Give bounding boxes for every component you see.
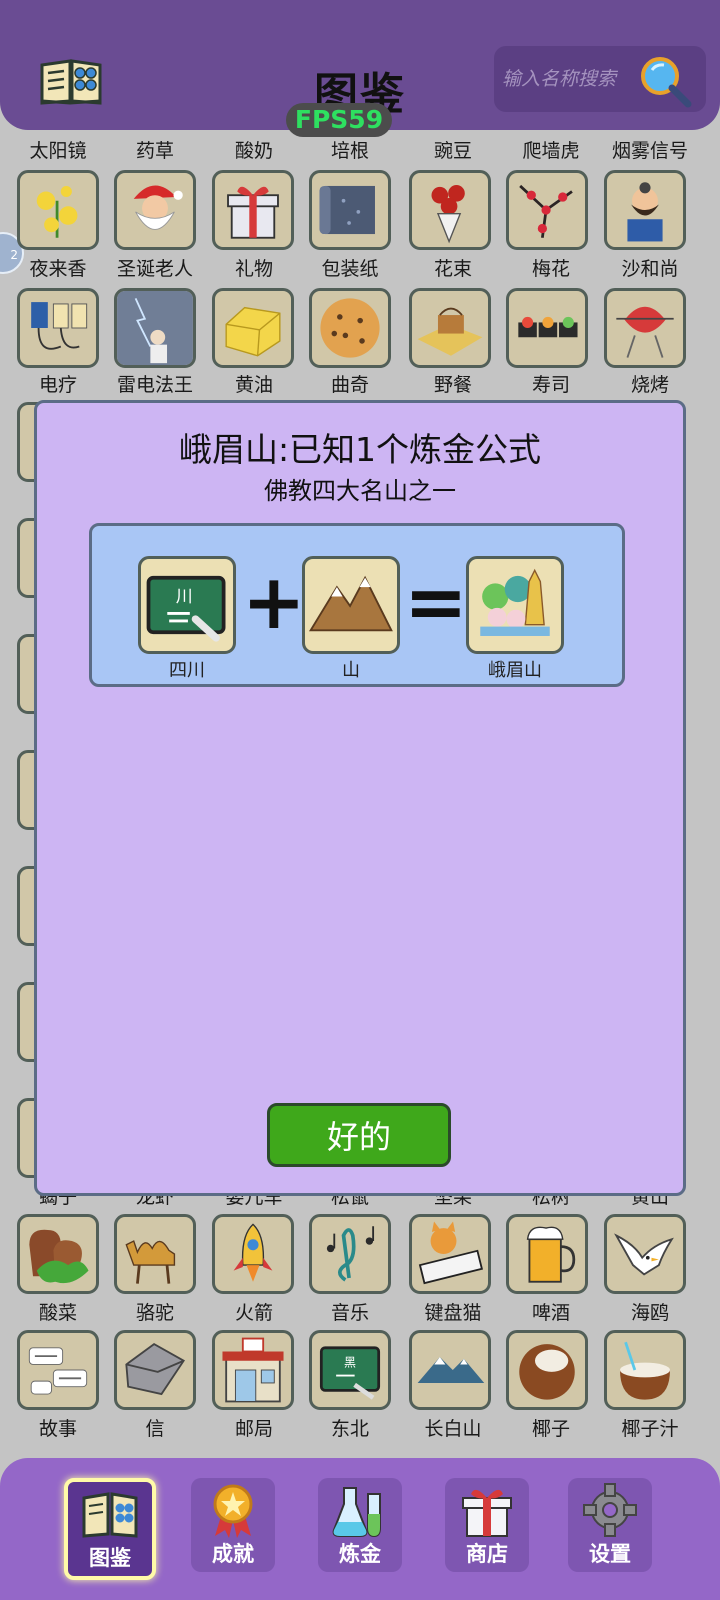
ok-button[interactable]: 好的	[267, 1103, 451, 1167]
gift-icon	[457, 1482, 517, 1538]
picnic-icon[interactable]	[409, 288, 491, 368]
nav-label: 炼金	[339, 1542, 381, 1566]
butter-icon[interactable]	[212, 288, 294, 368]
keyboard-cat-icon[interactable]	[409, 1214, 491, 1294]
flower-bouquet-icon[interactable]	[409, 170, 491, 250]
evening-primrose-icon[interactable]	[17, 170, 99, 250]
item-label: 太阳镜	[29, 140, 87, 162]
item-label: 曲奇	[330, 374, 369, 396]
changbai-mountain-icon[interactable]	[409, 1330, 491, 1410]
item-label: 椰子	[531, 1418, 570, 1440]
seagull-icon[interactable]	[604, 1214, 686, 1294]
item-label: 爬墙虎	[522, 140, 580, 162]
rocket-icon[interactable]	[212, 1214, 294, 1294]
item-label: 夜来香	[29, 258, 87, 280]
formula-label: 四川	[169, 660, 205, 681]
recipe-formula: 川 四川 + 山 = 峨眉山	[89, 523, 625, 687]
item-label: 信	[145, 1418, 165, 1440]
item-label: 故事	[38, 1418, 77, 1440]
item-label: 邮局	[234, 1418, 273, 1440]
coconut-juice-icon[interactable]	[604, 1330, 686, 1410]
item-label: 沙和尚	[621, 258, 679, 280]
board-text: 川	[176, 586, 193, 606]
item-label: 烟雾信号	[611, 140, 688, 162]
item-label: 长白山	[424, 1418, 482, 1440]
item-label: 培根	[330, 140, 369, 162]
item-label: 音乐	[330, 1302, 369, 1324]
mountain-icon[interactable]	[302, 556, 400, 654]
formula-label: 峨眉山	[488, 660, 542, 681]
post-office-icon[interactable]	[212, 1330, 294, 1410]
medal-icon	[203, 1482, 263, 1538]
santa-claus-icon[interactable]	[114, 170, 196, 250]
camel-icon[interactable]	[114, 1214, 196, 1294]
search-icon[interactable]	[636, 52, 696, 108]
item-label: 梅花	[531, 258, 570, 280]
sushi-icon[interactable]	[506, 288, 588, 368]
item-label: 啤酒	[531, 1302, 570, 1324]
bottom-nav: 图鉴 成就 炼金 商店 设置	[0, 1458, 720, 1600]
cookie-icon[interactable]	[309, 288, 391, 368]
plus-sign: +	[242, 557, 306, 646]
northeast-icon[interactable]: 黑	[309, 1330, 391, 1410]
thunder-wizard-icon[interactable]	[114, 288, 196, 368]
item-label: 野餐	[433, 374, 472, 396]
item-label: 火箭	[234, 1302, 273, 1324]
formula-label: 山	[342, 660, 360, 681]
electrotherapy-icon[interactable]	[17, 288, 99, 368]
item-label: 东北	[330, 1418, 369, 1440]
nav-achievements[interactable]: 成就	[191, 1478, 275, 1572]
item-label: 酸菜	[38, 1302, 77, 1324]
modal-subtitle: 佛教四大名山之一	[264, 477, 456, 505]
emei-mountain-icon[interactable]	[466, 556, 564, 654]
recipe-modal: 峨眉山:已知1个炼金公式 佛教四大名山之一 川 四川 + 山 = 峨眉山 好的	[34, 400, 686, 1196]
item-label: 礼物	[234, 258, 273, 280]
barbecue-icon[interactable]	[604, 288, 686, 368]
gift-icon[interactable]	[212, 170, 294, 250]
nav-shop[interactable]: 商店	[445, 1478, 529, 1572]
story-icon[interactable]	[17, 1330, 99, 1410]
flask-icon	[330, 1482, 390, 1538]
item-label: 电疗	[38, 374, 77, 396]
plum-blossom-icon[interactable]	[506, 170, 588, 250]
search-box	[494, 46, 706, 112]
sha-heshang-icon[interactable]	[604, 170, 686, 250]
item-label: 酸奶	[234, 140, 273, 162]
item-label: 黄油	[234, 374, 273, 396]
item-label: 椰子汁	[621, 1418, 679, 1440]
nav-label: 设置	[589, 1542, 631, 1566]
coconut-icon[interactable]	[506, 1330, 588, 1410]
item-label: 海鸥	[630, 1302, 669, 1324]
item-label: 豌豆	[433, 140, 472, 162]
item-label: 寿司	[531, 374, 570, 396]
letter-icon[interactable]	[114, 1330, 196, 1410]
nav-label: 成就	[212, 1542, 254, 1566]
item-label: 花束	[433, 258, 472, 280]
nav-settings[interactable]: 设置	[568, 1478, 652, 1572]
item-label: 骆驼	[135, 1302, 174, 1324]
pickled-cabbage-icon[interactable]	[17, 1214, 99, 1294]
item-label: 键盘猫	[424, 1302, 482, 1324]
wrapping-paper-icon[interactable]	[309, 170, 391, 250]
item-label: 雷电法王	[116, 374, 193, 396]
equals-sign: =	[404, 557, 468, 646]
item-label: 药草	[135, 140, 174, 162]
book-icon	[80, 1486, 140, 1542]
gear-icon	[580, 1482, 640, 1538]
nav-encyclopedia[interactable]: 图鉴	[64, 1478, 156, 1580]
music-icon[interactable]	[309, 1214, 391, 1294]
modal-title: 峨眉山:已知1个炼金公式	[178, 430, 542, 469]
fps-counter: FPS59	[286, 103, 392, 137]
svg-text:黑: 黑	[344, 1355, 356, 1369]
nav-label: 商店	[466, 1542, 508, 1566]
item-label: 包装纸	[321, 258, 379, 280]
nav-alchemy[interactable]: 炼金	[318, 1478, 402, 1572]
sichuan-icon[interactable]: 川	[138, 556, 236, 654]
beer-icon[interactable]	[506, 1214, 588, 1294]
search-input[interactable]	[500, 60, 644, 98]
nav-label: 图鉴	[89, 1546, 131, 1570]
item-label: 圣诞老人	[116, 258, 193, 280]
item-label: 烧烤	[630, 374, 669, 396]
